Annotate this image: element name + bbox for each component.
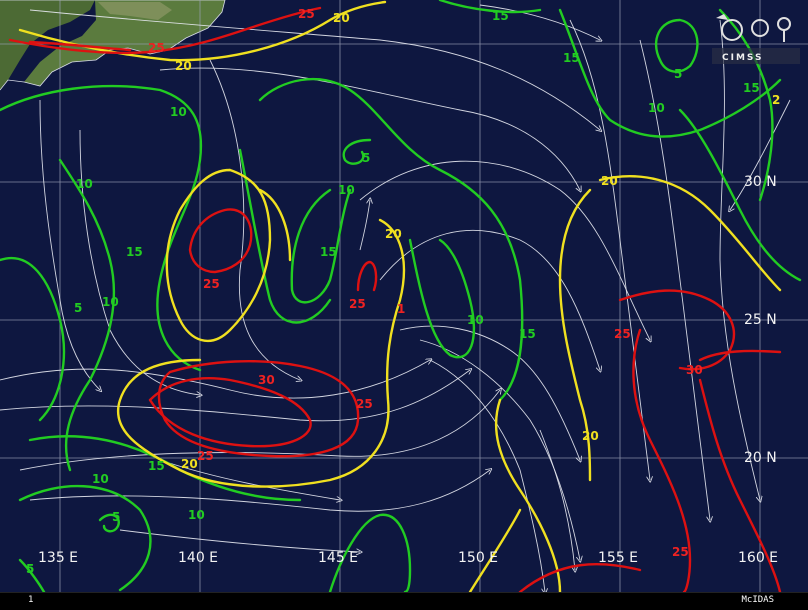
- green-label: 15: [519, 327, 536, 341]
- green-label: 5: [674, 67, 682, 81]
- logo-text: CIMSS: [722, 53, 763, 63]
- longitude-label: 150 E: [458, 550, 498, 566]
- green-label: 10: [338, 183, 355, 197]
- mcidas-label: McIDAS: [741, 595, 774, 605]
- latitude-label: 20 N: [744, 450, 777, 466]
- green-label: 15: [148, 459, 165, 473]
- red-label: 25: [197, 449, 214, 463]
- red-label: 25: [614, 327, 631, 341]
- longitude-label: 145 E: [318, 550, 358, 566]
- green-label: 10: [76, 177, 93, 191]
- red-label: 30: [686, 363, 703, 377]
- green-label: 10: [102, 295, 119, 309]
- longitude-label: 160 E: [738, 550, 778, 566]
- yellow-label: 20: [601, 174, 618, 188]
- red-label: 25: [298, 7, 315, 21]
- green-label: 10: [92, 472, 109, 486]
- yellow-label: 20: [385, 227, 402, 241]
- green-label: 15: [743, 81, 760, 95]
- green-label: 15: [492, 9, 509, 23]
- red-label: 25: [203, 277, 220, 291]
- yellow-label: 20: [333, 11, 350, 25]
- red-label: 30: [258, 373, 275, 387]
- red-label: 25: [148, 41, 165, 55]
- red-label: 25: [672, 545, 689, 559]
- red-label: 25: [349, 297, 366, 311]
- yellow-label: 1: [397, 302, 405, 316]
- green-label: 15: [563, 51, 580, 65]
- yellow-label: 20: [181, 457, 198, 471]
- green-label: 10: [648, 101, 665, 115]
- green-label: 5: [74, 301, 82, 315]
- green-label: 15: [126, 245, 143, 259]
- status-bar: 1 McIDAS: [0, 592, 808, 610]
- latitude-label: 25 N: [744, 312, 777, 328]
- green-label: 15: [320, 245, 337, 259]
- ocean-background: [0, 0, 808, 592]
- green-label: 5: [26, 562, 34, 576]
- map-viewer: 25 25 25 25 30 25 25 25 30 25 20 20 20 2…: [0, 0, 808, 610]
- longitude-label: 155 E: [598, 550, 638, 566]
- green-label: 10: [170, 105, 187, 119]
- latitude-label: 30 N: [744, 174, 777, 190]
- green-label: 10: [467, 313, 484, 327]
- longitude-label: 140 E: [178, 550, 218, 566]
- green-label: 5: [112, 510, 120, 524]
- wind-shear-map: 25 25 25 25 30 25 25 25 30 25 20 20 20 2…: [0, 0, 808, 592]
- yellow-label: 20: [175, 59, 192, 73]
- green-label: 5: [362, 151, 370, 165]
- red-label: 25: [356, 397, 373, 411]
- green-label: 10: [188, 508, 205, 522]
- yellow-label: 2: [772, 93, 780, 107]
- frame-number: 1: [28, 595, 34, 605]
- longitude-label: 135 E: [38, 550, 78, 566]
- yellow-label: 20: [582, 429, 599, 443]
